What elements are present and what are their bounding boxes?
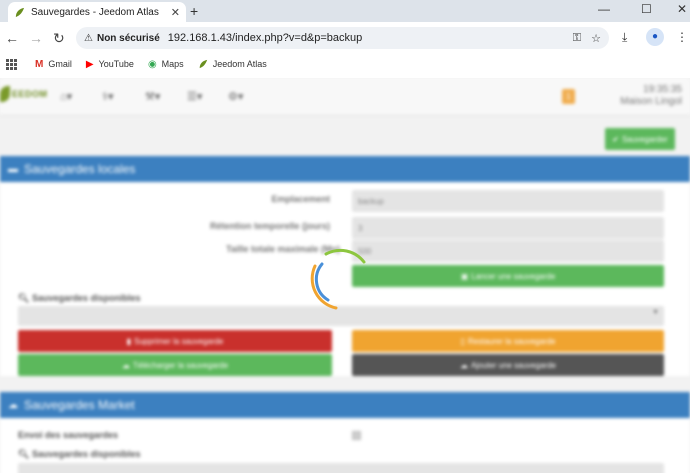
bookmark-gmail[interactable]: M Gmail <box>35 59 72 70</box>
bookmark-star-icon[interactable]: ☆ <box>591 32 601 45</box>
available-backups-label: 🔍︎ Sauvegardes disponibles <box>18 293 141 303</box>
forward-arrow-icon[interactable]: → <box>29 30 43 46</box>
cloud-download-icon: ☁ <box>121 360 130 370</box>
search-icon: 🔍︎ <box>18 293 30 303</box>
launch-backup-button[interactable]: ▣ Lancer une sauvegarde <box>352 265 664 287</box>
loading-spinner <box>310 248 366 310</box>
browser-menu-icon[interactable]: ⋮ <box>676 30 688 44</box>
location-input[interactable]: backup <box>352 190 664 212</box>
bookmark-label: Gmail <box>48 59 72 69</box>
minimize-button[interactable]: — <box>598 2 610 16</box>
cloud-icon: ☁ <box>8 399 18 411</box>
bookmark-label: Maps <box>161 59 184 69</box>
check-circle-icon: ✔ <box>612 134 619 144</box>
jeedom-icon <box>199 59 207 69</box>
delete-backup-button[interactable]: ▮ Supprimer la sauvegarde <box>18 330 332 352</box>
back-arrow-icon[interactable]: ← <box>5 30 19 46</box>
max-size-input[interactable]: 500 <box>352 240 664 262</box>
settings-menu-icon[interactable]: ⚙▾ <box>228 90 243 103</box>
bookmark-youtube[interactable]: ▶ YouTube <box>86 59 134 70</box>
search-icon: 🔍︎ <box>18 449 30 459</box>
download-icon[interactable]: ⤓ <box>622 30 627 45</box>
save-button-label: Sauvegarder <box>621 134 668 144</box>
logo-leaf-icon <box>0 86 10 102</box>
market-backups-title: Sauvegardes Market <box>24 398 135 412</box>
location-label: Emplacement <box>271 194 330 204</box>
maximize-button[interactable]: ☐ <box>641 2 652 16</box>
market-backups-header: ☁ Sauvegardes Market <box>0 392 690 418</box>
send-backups-checkbox[interactable] <box>352 431 361 440</box>
market-available-label: 🔍︎ Sauvegardes disponibles <box>18 449 141 459</box>
bookmarks-bar: M Gmail ▶ YouTube ◉ Maps Jeedom Atlas <box>0 54 690 74</box>
folder-icon: ▬ <box>8 163 18 175</box>
warning-icon[interactable]: ⚠ <box>84 33 93 44</box>
notification-badge[interactable]: 1 <box>562 89 575 104</box>
launch-backup-label: Lancer une sauvegarde <box>471 271 556 281</box>
tab-title: Sauvegardes - Jeedom Atlas <box>31 6 159 18</box>
market-backup-select[interactable] <box>18 463 664 473</box>
gmail-icon: M <box>35 58 44 70</box>
tab-close-icon[interactable]: ✕ <box>171 6 180 19</box>
cloud-upload-icon: ☁ <box>460 360 469 370</box>
key-icon[interactable]: ⚿ <box>573 32 581 45</box>
floppy-icon: ▣ <box>460 271 469 281</box>
send-backups-label: Envoi des sauvegardes <box>18 430 119 440</box>
browser-tab[interactable]: Sauvegardes - Jeedom Atlas ✕ <box>8 2 186 22</box>
download-backup-button[interactable]: ☁ Télécharger la sauvegarde <box>18 354 332 376</box>
clock-time: 19:35:35 <box>643 84 682 95</box>
local-backups-header: ▬ Sauvegardes locales <box>0 156 690 182</box>
jeedom-favicon-icon <box>15 7 25 17</box>
profile-avatar-icon[interactable]: ● <box>646 28 664 46</box>
restore-backup-button[interactable]: ▯ Restaurer la sauvegarde <box>352 330 664 352</box>
jeedom-navbar: EEDOM ⌂▾ ⚕▾ ⚒▾ ☰▾ ⚙▾ 1 19:35:35 Maison L… <box>0 78 690 116</box>
reload-icon[interactable]: ↻ <box>53 30 65 47</box>
home-menu-icon[interactable]: ⌂▾ <box>60 90 72 103</box>
spinner-green-arc <box>324 248 366 264</box>
bookmark-label: Jeedom Atlas <box>212 59 267 69</box>
file-icon: ▯ <box>460 336 465 346</box>
retention-input[interactable]: 3 <box>352 217 664 239</box>
plugins-menu-icon[interactable]: ☰▾ <box>187 90 202 103</box>
local-backups-title: Sauvegardes locales <box>24 162 136 176</box>
new-tab-button[interactable]: + <box>190 3 198 19</box>
tools-menu-icon[interactable]: ⚒▾ <box>145 90 160 103</box>
add-backup-button[interactable]: ☁ Ajouter une sauvegarde <box>352 354 664 376</box>
page-viewport: EEDOM ⌂▾ ⚕▾ ⚒▾ ☰▾ ⚙▾ 1 19:35:35 Maison L… <box>0 78 690 473</box>
trash-icon: ▮ <box>126 336 131 346</box>
apps-grid-icon[interactable] <box>6 58 17 70</box>
retention-label: Rétention temporelle (jours) <box>209 221 330 231</box>
analysis-menu-icon[interactable]: ⚕▾ <box>102 90 113 103</box>
chevron-down-icon: ▼ <box>652 309 659 316</box>
save-button[interactable]: ✔ Sauvegarder <box>605 128 675 150</box>
bookmark-label: YouTube <box>98 59 134 69</box>
bookmark-jeedom[interactable]: Jeedom Atlas <box>198 59 267 69</box>
youtube-icon: ▶ <box>85 58 94 70</box>
bookmark-maps[interactable]: ◉ Maps <box>148 59 184 70</box>
market-backups-body: Envoi des sauvegardes 🔍︎ Sauvegardes dis… <box>0 418 690 473</box>
logo-text: EEDOM <box>12 89 48 99</box>
browser-tab-strip: Sauvegardes - Jeedom Atlas ✕ + — ☐ ✕ <box>0 0 690 22</box>
maps-icon: ◉ <box>147 58 157 70</box>
clock: 19:35:35 Maison Lingol <box>620 84 682 108</box>
house-name: Maison Lingol <box>620 96 682 107</box>
security-status[interactable]: Non sécurisé <box>97 33 160 44</box>
address-bar[interactable]: ⚠ Non sécurisé 192.168.1.43/index.php?v=… <box>76 27 609 49</box>
window-close-button[interactable]: ✕ <box>677 2 687 16</box>
jeedom-logo[interactable]: EEDOM <box>0 86 48 102</box>
url-text[interactable]: 192.168.1.43/index.php?v=d&p=backup <box>168 32 563 44</box>
browser-toolbar: ← → ↻ ⚠ Non sécurisé 192.168.1.43/index.… <box>0 22 690 54</box>
